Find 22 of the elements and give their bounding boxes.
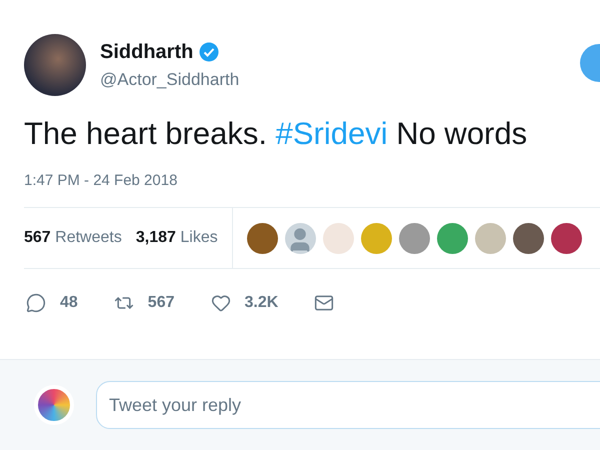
reply-icon xyxy=(26,293,46,313)
avatar-photo[interactable] xyxy=(246,222,278,254)
mail-icon xyxy=(314,293,334,313)
tweet-timestamp[interactable]: 1:47 PM - 24 Feb 2018 xyxy=(0,152,600,189)
avatar-photo[interactable] xyxy=(550,222,582,254)
avatar-photo[interactable] xyxy=(512,222,544,254)
stat-count[interactable]: 567 Retweets xyxy=(24,229,122,247)
retweet-button[interactable]: 567 xyxy=(114,293,174,313)
stat-count[interactable]: 3,187 Likes xyxy=(136,229,218,247)
default-avatar-icon[interactable] xyxy=(284,222,316,254)
author-name[interactable]: Siddharth xyxy=(100,40,194,64)
reply-input[interactable]: Tweet your reply xyxy=(96,381,600,429)
avatar-photo[interactable] xyxy=(398,222,430,254)
author-handle: @Actor_Siddharth xyxy=(100,70,240,90)
heart-icon xyxy=(210,293,230,313)
avatar-photo[interactable] xyxy=(436,222,468,254)
hashtag-link[interactable]: #Sridevi xyxy=(276,116,388,151)
message-button[interactable] xyxy=(314,293,334,313)
like-button[interactable]: 3.2K xyxy=(210,293,278,313)
avatar-logo xyxy=(34,385,74,425)
reply-button[interactable]: 48 xyxy=(26,293,78,313)
tweet-text: The heart breaks. #Sridevi No words xyxy=(23,115,528,152)
